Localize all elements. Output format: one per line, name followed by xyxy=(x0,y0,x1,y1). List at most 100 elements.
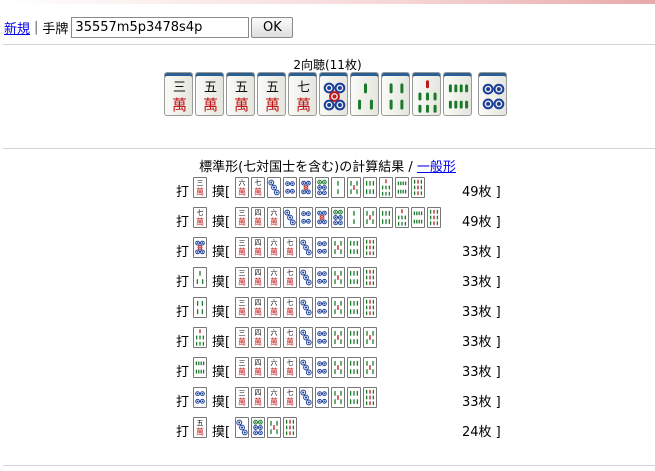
draw-tile-5s-sou xyxy=(331,237,345,258)
svg-text:四: 四 xyxy=(255,389,262,397)
draw-tile-3p-pin xyxy=(299,297,313,318)
svg-text:萬: 萬 xyxy=(286,366,294,376)
svg-text:萬: 萬 xyxy=(270,246,278,256)
svg-text:萬: 萬 xyxy=(238,366,246,376)
draw-tile-6s-sou xyxy=(363,177,377,198)
draw-tile-5p-pin xyxy=(299,177,313,198)
hand-tile-5m-man[interactable]: 五萬 xyxy=(226,72,255,116)
divider-bottom xyxy=(3,465,655,466)
general-form-link[interactable]: 一般形 xyxy=(417,160,456,175)
draw-label: 摸[ xyxy=(212,335,231,350)
draw-tile-4p-pin xyxy=(315,237,329,258)
hand-tile-5m-man[interactable]: 五萬 xyxy=(257,72,286,116)
svg-text:七: 七 xyxy=(287,328,294,337)
effective-count: 33枚 ] xyxy=(462,275,501,290)
discard-tile-5p-pin[interactable] xyxy=(193,237,207,258)
hand-tile-3m-man[interactable]: 三萬 xyxy=(164,72,193,116)
results-title: 標準形(七対国士を含む)の計算結果 / 一般形 xyxy=(0,156,655,175)
new-link[interactable]: 新規 xyxy=(4,18,30,37)
discard-label: 打 xyxy=(176,365,190,380)
svg-text:七: 七 xyxy=(287,388,294,397)
hand-tile-8s-sou[interactable] xyxy=(443,72,472,116)
draw-tile-6m-man: 六萬 xyxy=(267,267,281,288)
draw-tile-6s-sou xyxy=(347,357,361,378)
svg-text:六: 六 xyxy=(271,268,278,277)
ok-button[interactable]: OK xyxy=(251,16,294,38)
discard-tile-4p-pin[interactable] xyxy=(193,387,207,408)
discard-label: 打 xyxy=(176,215,190,230)
draw-tile-5s-sou xyxy=(363,327,377,348)
draw-tile-4p-pin xyxy=(315,327,329,348)
svg-text:七: 七 xyxy=(287,298,294,307)
svg-text:四: 四 xyxy=(255,299,262,307)
draw-tile-7s-sou xyxy=(379,177,393,198)
effective-count: 24枚 ] xyxy=(462,425,501,440)
hand-tile-7m-man[interactable]: 七萬 xyxy=(288,72,317,116)
draw-label: 摸[ xyxy=(212,425,231,440)
draw-tile-4p-pin xyxy=(299,207,313,228)
discard-label: 打 xyxy=(176,395,190,410)
svg-text:三: 三 xyxy=(173,80,186,95)
draw-tile-4m-man: 四萬 xyxy=(251,327,265,348)
discard-tile-3m-man[interactable]: 三萬 xyxy=(193,177,207,198)
hand-tile-4s-sou[interactable] xyxy=(381,72,410,116)
draw-label: 摸[ xyxy=(212,305,231,320)
hand-tile-7s-sou[interactable] xyxy=(412,72,441,116)
draw-label: 摸[ xyxy=(212,245,231,260)
svg-text:五: 五 xyxy=(235,80,248,95)
discard-tile-8s-sou[interactable] xyxy=(193,357,207,378)
draw-tile-6p-pin xyxy=(331,207,345,228)
draw-tile-3m-man: 三萬 xyxy=(235,327,249,348)
svg-text:萬: 萬 xyxy=(270,396,278,406)
draw-tile-5s-sou xyxy=(331,327,345,348)
svg-text:六: 六 xyxy=(239,178,246,187)
draw-tile-4m-man: 四萬 xyxy=(251,237,265,258)
hand-tile-5p-pin[interactable] xyxy=(319,72,348,116)
draw-label: 摸[ xyxy=(212,275,231,290)
svg-text:萬: 萬 xyxy=(238,186,246,196)
hand-tile-3s-sou[interactable] xyxy=(350,72,379,116)
svg-text:七: 七 xyxy=(197,208,204,217)
discard-label: 打 xyxy=(176,245,190,260)
draw-tile-9s-sou xyxy=(363,267,377,288)
svg-text:萬: 萬 xyxy=(254,396,262,406)
svg-text:萬: 萬 xyxy=(286,336,294,346)
svg-text:三: 三 xyxy=(239,359,246,367)
svg-text:萬: 萬 xyxy=(286,306,294,316)
draw-tile-2s-sou xyxy=(347,207,361,228)
discard-tile-3s-sou[interactable] xyxy=(193,267,207,288)
top-accent-bar xyxy=(0,0,655,4)
svg-text:萬: 萬 xyxy=(286,396,294,406)
hand-input[interactable] xyxy=(71,16,250,38)
svg-text:四: 四 xyxy=(255,239,262,247)
draw-tile-4p-pin xyxy=(315,357,329,378)
svg-text:萬: 萬 xyxy=(196,426,204,436)
svg-text:六: 六 xyxy=(271,298,278,307)
draw-tile-3p-pin xyxy=(299,387,313,408)
draw-tile-3m-man: 三萬 xyxy=(235,297,249,318)
discard-label: 打 xyxy=(176,305,190,320)
draw-tile-5s-sou xyxy=(331,387,345,408)
svg-text:四: 四 xyxy=(255,359,262,367)
draw-tile-7m-man: 七萬 xyxy=(283,387,297,408)
discard-tile-4s-sou[interactable] xyxy=(193,297,207,318)
draw-tile-7m-man: 七萬 xyxy=(283,237,297,258)
svg-text:三: 三 xyxy=(239,239,246,247)
svg-text:萬: 萬 xyxy=(238,276,246,286)
svg-text:萬: 萬 xyxy=(254,246,262,256)
draw-tile-9s-sou xyxy=(411,177,425,198)
hand-tile-4p-pin[interactable] xyxy=(478,72,507,116)
draw-tile-5p-pin xyxy=(315,207,329,228)
svg-text:七: 七 xyxy=(287,238,294,247)
draw-tile-3m-man: 三萬 xyxy=(235,357,249,378)
svg-text:萬: 萬 xyxy=(203,96,218,114)
discard-tile-7s-sou[interactable] xyxy=(193,327,207,348)
draw-tile-3p-pin xyxy=(283,207,297,228)
discard-tile-5m-man[interactable]: 五萬 xyxy=(193,417,207,438)
svg-text:三: 三 xyxy=(239,329,246,337)
svg-text:萬: 萬 xyxy=(270,366,278,376)
discard-tile-7m-man[interactable]: 七萬 xyxy=(193,207,207,228)
discard-label: 打 xyxy=(176,275,190,290)
svg-text:六: 六 xyxy=(271,208,278,217)
hand-tile-5m-man[interactable]: 五萬 xyxy=(195,72,224,116)
